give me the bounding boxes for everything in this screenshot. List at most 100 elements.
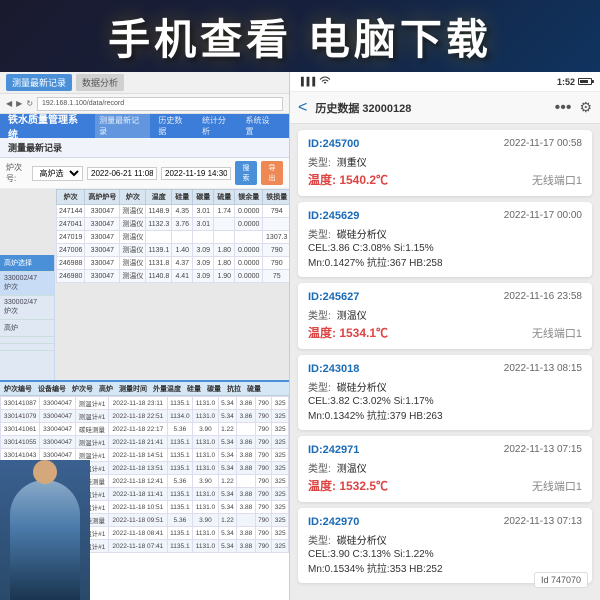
sidebar-item-6[interactable] [0,344,54,351]
card-temp-5: 温度: 1532.5℃ [308,477,388,494]
app-nav-item-4[interactable]: 系统设置 [241,113,281,139]
card-id-5: ID:242971 [308,444,359,456]
person-image [0,460,90,600]
status-right: 1:52 [557,77,592,87]
data-card-5[interactable]: ID:242971 2022-11-13 07:15 类型: 测温仪 温度: 1… [298,436,592,502]
card-id-2: ID:245629 [308,210,359,222]
browser-tabs: 测量最新记录 数据分析 [0,72,289,94]
data-card-2[interactable]: ID:245629 2022-11-17 00:00 类型: 碳硅分析仪 CEL… [298,202,592,277]
card-date-2: 2022-11-17 00:00 [504,210,582,222]
col-type: 炉次 [120,190,146,205]
app-title: 铁水质量管理系统 [8,111,87,141]
person-silhouette [10,480,80,600]
sidebar-item-2[interactable]: 330002/47炉次 [0,272,54,296]
table-row: 33014105533004047测温计#12022-11-18 21:4111… [1,436,289,449]
card-port-3: 无线端口1 [532,325,582,341]
col-si: 硅量 [172,190,193,205]
top-banner: 手机查看 电脑下载 [0,0,600,72]
settings-icon[interactable]: ⚙ [579,99,592,117]
tab-active[interactable]: 测量最新记录 [6,74,72,91]
back-arrow-icon: < [298,99,307,117]
card-header-2: ID:245629 2022-11-17 00:00 [308,210,582,222]
col-blast-furnace: 高炉炉号 [85,190,120,205]
sidebar-item-1[interactable]: 高炉选择 [0,255,54,272]
card-type-row-5: 类型: 测温仪 [308,460,582,475]
card-header-1: ID:245700 2022-11-17 00:58 [308,138,582,150]
search-button[interactable]: 搜索 [235,161,257,185]
card-date-6: 2022-11-13 07:13 [504,516,582,528]
nav-icons: ••• ⚙ [555,99,592,117]
card-header-3: ID:245627 2022-11-16 23:58 [308,291,582,303]
filter-date-to[interactable] [161,167,231,180]
lower-table-section: 炉次编号 设备编号 炉次号 高炉 测量时间 外量温度 硅量 碳量 抗拉 硫量 测… [0,380,289,600]
card-header-5: ID:242971 2022-11-13 07:15 [308,444,582,456]
col-mg: 镁余量 [235,190,263,205]
wifi-icon [319,76,331,88]
card-id-1: ID:245700 [308,138,359,150]
card-id-4: ID:243018 [308,363,359,375]
card-id-6: ID:242970 [308,516,359,528]
export-button[interactable]: 导出 [261,161,283,185]
person-head [33,460,57,484]
app-header: 铁水质量管理系统 测量最新记录 历史数据 统计分析 系统设置 [0,114,289,138]
id-badge: Id 747070 [534,572,588,588]
nav-refresh-btn[interactable]: ↻ [26,99,33,108]
col-temp: 温度 [146,190,172,205]
table-row: 33014106133004047碳硅测量2022-11-18 22:175.3… [1,423,289,436]
main-data-table: 炉次 高炉炉号 炉次 温度 硅量 碳量 硫量 镁余量 铁损量 抗拉 操作 [56,189,289,283]
left-sidebar: 高炉选择 330002/47炉次 330002/47炉次 高炉 [0,255,55,384]
url-text: 192.168.1.100/data/record [42,100,124,107]
card-detail-row-6: CEL:3.90 C:3.13% Si:1.22% [308,549,582,560]
table-row: 246988 330047 测温仪 1131.8 4.37 3.09 1.80 … [57,257,290,270]
section-header: 测量最新记录 [0,138,289,158]
filter-furnace-label: 炉次号: [6,162,28,184]
left-panel: 测量最新记录 数据分析 ◀ ▶ ↻ 192.168.1.100/data/rec… [0,72,290,600]
table-row: 247019 330047 测温仪 1307.3 查看 [57,231,290,244]
data-card-4[interactable]: ID:243018 2022-11-13 08:15 类型: 碳硅分析仪 CEL… [298,355,592,430]
card-port-5: 无线端口1 [532,478,582,494]
mobile-status-bar: ▐▐▐ 1:52 [290,72,600,92]
app-nav-item-1[interactable]: 测量最新记录 [95,113,150,139]
tab-inactive[interactable]: 数据分析 [76,74,124,91]
battery-icon [578,78,592,85]
card-type-row-1: 类型: 测重仪 [308,154,582,169]
table-row: 247041 330047 测温仪 1132.3 3.76 3.01 0.000… [57,218,290,231]
card-type-row-6: 类型: 碳硅分析仪 [308,532,582,547]
card-type-row-3: 类型: 测温仪 [308,307,582,322]
card-header-6: ID:242970 2022-11-13 07:13 [308,516,582,528]
col-furnace: 炉次 [57,190,85,205]
filter-date-from[interactable] [87,167,157,180]
table-row: 247144 330047 测温仪 1148.9 4.35 3.01 1.74 … [57,205,290,218]
more-icon[interactable]: ••• [555,99,572,117]
signal-icon: ▐▐▐ [298,77,315,86]
card-type-row-2: 类型: 碳硅分析仪 [308,226,582,241]
col-s: 硫量 [214,190,235,205]
data-card-1[interactable]: ID:245700 2022-11-17 00:58 类型: 测重仪 温度: 1… [298,130,592,196]
card-date-3: 2022-11-16 23:58 [504,291,582,303]
nav-back-btn[interactable]: ◀ [6,99,12,108]
data-card-3[interactable]: ID:245627 2022-11-16 23:58 类型: 测温仪 温度: 1… [298,283,592,349]
card-date-5: 2022-11-13 07:15 [504,444,582,456]
filter-row: 炉次号: 高炉选择 搜索 导出 [0,158,289,189]
back-button[interactable]: < [298,99,307,117]
card-id-3: ID:245627 [308,291,359,303]
banner-text: 手机查看 电脑下载 [108,6,492,67]
col-c: 碳量 [193,190,214,205]
card-date-4: 2022-11-13 08:15 [504,363,582,375]
main-content: 测量最新记录 数据分析 ◀ ▶ ↻ 192.168.1.100/data/rec… [0,72,600,600]
sidebar-item-5[interactable] [0,337,54,344]
app-nav-item-3[interactable]: 统计分析 [198,113,238,139]
app-nav-item-2[interactable]: 历史数据 [154,113,194,139]
sidebar-item-3[interactable]: 330002/47炉次 [0,296,54,320]
filter-furnace-select[interactable]: 高炉选择 [32,166,83,181]
card-detail-row-2: CEL:3.86 C:3.08% Si:1.15% [308,243,582,254]
nav-forward-btn[interactable]: ▶ [16,99,22,108]
card-date-1: 2022-11-17 00:58 [504,138,582,150]
right-panel: ▐▐▐ 1:52 < [290,72,600,600]
id-badge-text: Id 747070 [541,575,581,585]
table-row: 247006 330047 测温仪 1139.1 1.40 3.09 1.80 … [57,244,290,257]
sidebar-item-4[interactable]: 高炉 [0,320,54,337]
lower-table-header: 炉次编号 设备编号 炉次号 高炉 测量时间 外量温度 硅量 碳量 抗拉 硫量 测… [0,382,289,396]
card-port-1: 无线端口1 [532,172,582,188]
address-bar[interactable]: 192.168.1.100/data/record [37,97,283,111]
